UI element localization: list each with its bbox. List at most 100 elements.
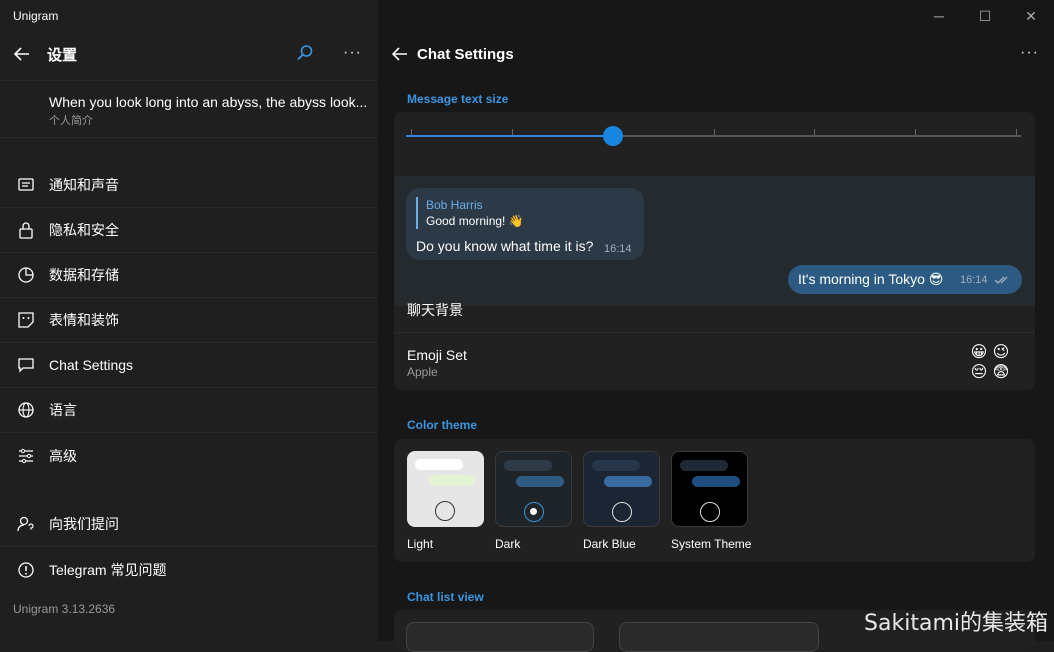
theme-label: Dark (495, 537, 521, 551)
incoming-time: 16:14 (604, 243, 632, 255)
theme-radio[interactable] (700, 502, 720, 522)
chat-list-option-2[interactable] (619, 622, 819, 652)
emoji-preview-item: 😀 (970, 344, 988, 361)
theme-label: System Theme (671, 537, 752, 551)
slider-tick (511, 129, 513, 135)
slider-tick (814, 129, 816, 135)
maximize-button[interactable]: ☐ (962, 0, 1008, 32)
watermark: Sakitami的集装箱 (864, 611, 1048, 636)
menu-item-label: 向我们提问 (49, 516, 119, 532)
chat-lines-icon (17, 176, 35, 194)
slider-thumb[interactable] (602, 126, 623, 146)
sticker-icon (17, 311, 35, 329)
theme-radio[interactable] (524, 502, 544, 522)
minimize-button[interactable]: ─ (916, 0, 962, 32)
chat-list-view-title: Chat list view (407, 590, 484, 604)
slider-tick (915, 129, 917, 135)
settings-pane: Unigram 设置 ··· When you look long into a… (0, 0, 378, 641)
menu-item-2[interactable]: 数据和存储 (0, 253, 378, 298)
profile-row[interactable]: When you look long into an abyss, the ab… (0, 80, 378, 138)
info-circle-icon (17, 561, 35, 579)
color-theme-title: Color theme (407, 418, 478, 432)
incoming-message: Bob Harris Good morning! 👋 Do you know w… (406, 188, 644, 260)
menu-item-1[interactable]: 隐私和安全 (0, 208, 378, 253)
reply-text: Good morning! 👋 (426, 214, 524, 228)
emoji-preview-item: 😉 (992, 344, 1010, 361)
menu-item-label: 隐私和安全 (49, 222, 119, 238)
emoji-set-value: Apple (407, 365, 438, 379)
menu-item-0[interactable]: 通知和声音 (0, 163, 378, 208)
pie-chart-icon (17, 266, 35, 284)
more-button[interactable]: ··· (1020, 44, 1039, 62)
close-button[interactable]: ✕ (1008, 0, 1054, 32)
incoming-text: Do you know what time it is? (416, 238, 594, 254)
theme-bar (415, 459, 463, 470)
theme-bar (504, 460, 552, 471)
theme-bar (516, 476, 564, 487)
menu-item-8[interactable]: Telegram 常见问题 (0, 547, 378, 592)
theme-bar (429, 475, 475, 486)
theme-option-0[interactable] (407, 451, 484, 527)
theme-radio[interactable] (435, 501, 455, 521)
page-title: 设置 (47, 46, 78, 64)
chat-background-label: 聊天背景 (407, 301, 463, 318)
chat-settings-pane: ─ ☐ ✕ Chat Settings ··· Message text siz… (378, 0, 1054, 652)
chat-list-option-1[interactable] (406, 622, 594, 652)
sliders-icon (17, 447, 35, 465)
menu-item-3[interactable]: 表情和装饰 (0, 298, 378, 343)
text-size-title: Message text size (407, 92, 509, 106)
theme-label: Light (407, 537, 434, 551)
search-button[interactable] (296, 44, 316, 64)
outgoing-text: It's morning in Tokyo 😎 (798, 271, 944, 287)
app-version: Unigram 3.13.2636 (13, 602, 116, 616)
theme-option-3[interactable] (671, 451, 748, 527)
back-arrow-icon (14, 47, 29, 61)
menu-item-label: Telegram 常见问题 (49, 561, 167, 578)
back-arrow-icon (392, 47, 407, 61)
menu-item-label: Chat Settings (49, 357, 134, 373)
settings-header: 设置 (2, 34, 77, 74)
theme-radio[interactable] (612, 502, 632, 522)
menu-item-5[interactable]: 语言 (0, 388, 378, 433)
emoji-preview-item: 😨 (992, 364, 1010, 381)
theme-label: Dark Blue (583, 537, 636, 551)
slider-tick (1016, 129, 1017, 135)
menu-item-label: 表情和装饰 (49, 312, 119, 328)
chat-settings-header: Chat Settings (380, 34, 514, 74)
back-button[interactable] (380, 34, 420, 74)
theme-bar (592, 460, 640, 471)
menu-item-label: 语言 (49, 402, 77, 418)
menu-item-label: 数据和存储 (49, 267, 119, 283)
slider-fill (406, 135, 613, 137)
menu-item-7[interactable]: 向我们提问 (0, 502, 378, 547)
menu-item-label: 高级 (49, 447, 77, 464)
more-button[interactable]: ··· (343, 44, 362, 62)
chat-background-row[interactable]: 聊天背景 (394, 287, 1035, 332)
menu-item-label: 通知和声音 (49, 177, 119, 193)
emoji-set-row[interactable]: Emoji Set Apple 😀 😉 😔 😨 (394, 332, 1035, 390)
reply-bar (416, 197, 418, 229)
profile-bio: 个人简介 (49, 115, 93, 127)
text-size-slider[interactable] (406, 126, 1021, 146)
emoji-preview: 😀 😉 😔 😨 (968, 343, 1012, 383)
slider-tick (411, 129, 412, 135)
outgoing-time: 16:14 (960, 274, 988, 286)
back-button[interactable] (2, 34, 42, 74)
color-theme-card: Light Dark Dark Blue System Theme (394, 439, 1035, 562)
menu-item-4[interactable]: Chat Settings (0, 343, 378, 388)
chat-bubble-icon (17, 356, 35, 374)
page-title: Chat Settings (417, 45, 514, 63)
theme-bar (692, 476, 740, 487)
theme-bar (604, 476, 652, 487)
app-title: Unigram (13, 9, 59, 23)
profile-name: When you look long into an abyss, the ab… (49, 94, 368, 110)
theme-bar (680, 460, 728, 471)
person-question-icon (17, 515, 35, 533)
emoji-preview-item: 😔 (970, 364, 988, 381)
theme-option-1[interactable] (495, 451, 572, 527)
menu-item-6[interactable]: 高级 (0, 433, 378, 478)
globe-icon (17, 401, 35, 419)
emoji-set-label: Emoji Set (407, 347, 467, 363)
theme-option-2[interactable] (583, 451, 660, 527)
lock-icon (17, 221, 35, 239)
